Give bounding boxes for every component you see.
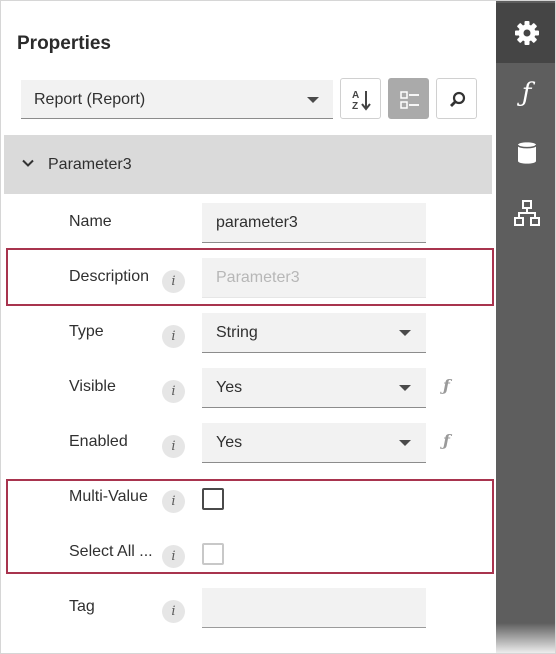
info-icon[interactable]: i [162,600,185,623]
info-icon[interactable]: i [162,545,185,568]
group-header-parameter3[interactable]: Parameter3 [4,135,492,194]
description-label: Description [69,268,150,285]
properties-panel: Properties Report (Report) A Z Parameter… [1,1,496,653]
visible-label: Visible [69,378,116,395]
type-dropdown[interactable]: String [202,313,426,353]
object-selector[interactable]: Report (Report) [21,80,333,119]
enabled-dropdown[interactable]: Yes [202,423,426,463]
categories-icon [400,91,419,109]
name-field[interactable]: parameter3 [202,203,426,243]
database-icon [517,142,537,164]
description-field[interactable]: Parameter3 [202,258,426,298]
info-icon[interactable]: i [162,490,185,513]
visible-dropdown[interactable]: Yes [202,368,426,408]
chevron-down-icon [307,97,319,103]
sort-alphabetical-button[interactable]: A Z [340,78,381,119]
tab-expressions[interactable]: ƒ [496,63,555,123]
object-selector-value: Report (Report) [34,91,146,108]
group-title: Parameter3 [48,156,132,173]
panel-title: Properties [17,33,111,54]
svg-text:Z: Z [352,101,358,111]
expression-icon[interactable]: ƒ [443,376,450,395]
function-icon: ƒ [521,78,532,108]
enabled-label: Enabled [69,433,128,450]
gear-icon [515,21,539,45]
sort-alphabetical-icon: A Z [352,90,371,111]
visible-value: Yes [216,379,243,396]
info-icon[interactable]: i [162,435,185,458]
search-button[interactable] [436,78,477,119]
select-all-label: Select All ... [69,543,153,560]
tag-field[interactable] [202,588,426,628]
multi-value-label: Multi-Value [69,488,148,505]
tab-data-source[interactable] [496,123,555,183]
chevron-down-icon [399,440,411,446]
enabled-value: Yes [216,434,243,451]
expression-icon[interactable]: ƒ [443,431,450,450]
properties-window: Properties Report (Report) A Z Parameter… [0,0,556,654]
description-placeholder: Parameter3 [216,269,300,286]
type-label: Type [69,323,104,340]
search-icon [450,91,466,107]
chevron-down-icon [399,385,411,391]
multi-value-checkbox[interactable] [202,488,224,510]
svg-text:A: A [352,90,359,101]
hierarchy-icon [514,200,540,226]
tag-label: Tag [69,598,95,615]
chevron-down-icon [22,159,34,167]
categories-button[interactable] [388,78,429,119]
info-icon[interactable]: i [162,380,185,403]
chevron-down-icon [399,330,411,336]
select-all-checkbox[interactable] [202,543,224,565]
tab-report-explorer[interactable] [496,183,555,243]
name-value: parameter3 [216,214,298,231]
tab-properties[interactable] [496,3,555,63]
info-icon[interactable]: i [162,270,185,293]
info-icon[interactable]: i [162,325,185,348]
name-label: Name [69,213,112,230]
tab-bar: ƒ [496,1,555,653]
type-value: String [216,324,258,341]
